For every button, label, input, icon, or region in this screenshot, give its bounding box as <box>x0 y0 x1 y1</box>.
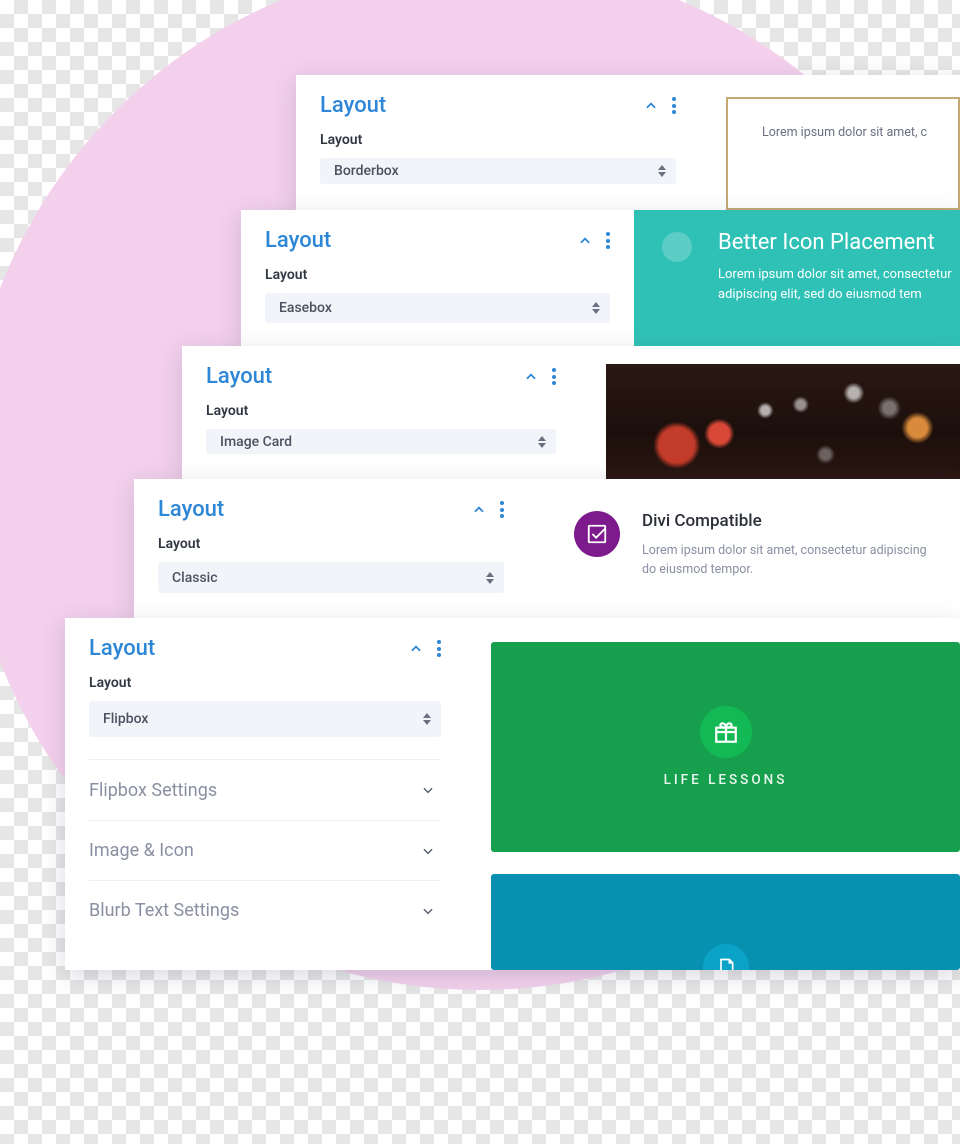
settings-pane: Layout Layout Classic <box>134 479 528 619</box>
collapse-icon[interactable] <box>409 642 423 656</box>
layout-select[interactable]: Easebox <box>265 293 610 323</box>
collapse-icon[interactable] <box>524 370 538 384</box>
field-label: Layout <box>320 132 676 148</box>
preview-easebox: Better Icon Placement Lorem ipsum dolor … <box>634 210 960 349</box>
select-value: Image Card <box>220 434 292 450</box>
select-value: Flipbox <box>103 711 148 727</box>
section-title: Layout <box>265 228 331 253</box>
settings-pane: Layout Layout Borderbox <box>296 75 700 210</box>
accordion-item-image-icon[interactable]: Image & Icon <box>89 820 441 880</box>
preview-imagecard <box>580 346 960 480</box>
field-label: Layout <box>89 675 441 691</box>
collapse-icon[interactable] <box>472 503 486 517</box>
preview-classic: Divi Compatible Lorem ipsum dolor sit am… <box>528 479 960 619</box>
select-arrows-icon <box>658 165 666 177</box>
select-arrows-icon <box>486 572 494 584</box>
chevron-down-icon <box>421 844 435 858</box>
select-arrows-icon <box>538 436 546 448</box>
select-value: Borderbox <box>334 163 399 179</box>
borderbox-frame: Lorem ipsum dolor sit amet, c <box>726 97 960 210</box>
accordion: Flipbox Settings Image & Icon Blurb Text… <box>89 759 441 940</box>
layout-select[interactable]: Image Card <box>206 429 556 454</box>
flipbox-card-green: LIFE LESSONS <box>491 642 960 852</box>
gift-icon <box>700 706 752 758</box>
section-title: Layout <box>320 93 386 118</box>
field-label: Layout <box>265 267 610 283</box>
select-arrows-icon <box>592 302 600 314</box>
preview-heading: Better Icon Placement <box>718 230 960 255</box>
layout-select[interactable]: Classic <box>158 562 504 593</box>
accordion-label: Flipbox Settings <box>89 780 217 801</box>
chevron-down-icon <box>421 783 435 797</box>
select-value: Classic <box>172 570 218 586</box>
checkbox-icon <box>574 511 620 557</box>
flipbox-label: LIFE LESSONS <box>664 772 788 788</box>
layout-select[interactable]: Borderbox <box>320 158 676 184</box>
preview-body-text: Lorem ipsum dolor sit amet, c <box>762 125 927 140</box>
layout-panel-borderbox: Layout Layout Borderbox Lorem ipsum dolo… <box>296 75 960 210</box>
preview-heading: Divi Compatible <box>642 511 927 531</box>
accordion-item-blurb-text[interactable]: Blurb Text Settings <box>89 880 441 940</box>
flipbox-card-teal <box>491 874 960 970</box>
section-title: Layout <box>158 497 224 522</box>
layout-panel-flipbox: Layout Layout Flipbox Flipbox Settings I… <box>65 618 960 970</box>
layout-panel-classic: Layout Layout Classic Divi Compatible Lo… <box>134 479 960 619</box>
chevron-down-icon <box>421 904 435 918</box>
field-label: Layout <box>158 536 504 552</box>
more-icon[interactable] <box>606 232 610 249</box>
accordion-label: Image & Icon <box>89 840 194 861</box>
preview-borderbox: Lorem ipsum dolor sit amet, c <box>700 75 960 210</box>
layout-select[interactable]: Flipbox <box>89 701 441 737</box>
accordion-label: Blurb Text Settings <box>89 900 239 921</box>
accordion-item-flipbox-settings[interactable]: Flipbox Settings <box>89 760 441 820</box>
preview-body-line: Lorem ipsum dolor sit amet, consectetur <box>718 265 960 285</box>
settings-pane: Layout Layout Flipbox Flipbox Settings I… <box>65 618 465 970</box>
more-icon[interactable] <box>500 501 504 518</box>
collapse-icon[interactable] <box>644 99 658 113</box>
select-arrows-icon <box>423 713 431 725</box>
section-title: Layout <box>206 364 272 389</box>
bokeh-photo <box>606 364 960 480</box>
collapse-icon[interactable] <box>578 234 592 248</box>
more-icon[interactable] <box>552 368 556 385</box>
preview-body-line: adipiscing elit, sed do eiusmod tem <box>718 285 960 305</box>
field-label: Layout <box>206 403 556 419</box>
preview-flipbox: LIFE LESSONS <box>465 618 960 970</box>
settings-pane: Layout Layout Image Card <box>182 346 580 480</box>
preview-body-line: Lorem ipsum dolor sit amet, consectetur … <box>642 541 927 560</box>
preview-body-line: do eiusmod tempor. <box>642 560 927 579</box>
settings-pane: Layout Layout Easebox <box>241 210 634 349</box>
layout-panel-imagecard: Layout Layout Image Card <box>182 346 960 480</box>
more-icon[interactable] <box>437 640 441 657</box>
select-value: Easebox <box>279 300 332 316</box>
note-icon <box>703 944 749 970</box>
layout-panel-easebox: Layout Layout Easebox Better Icon Placem… <box>241 210 960 349</box>
more-icon[interactable] <box>672 97 676 114</box>
section-title: Layout <box>89 636 155 661</box>
